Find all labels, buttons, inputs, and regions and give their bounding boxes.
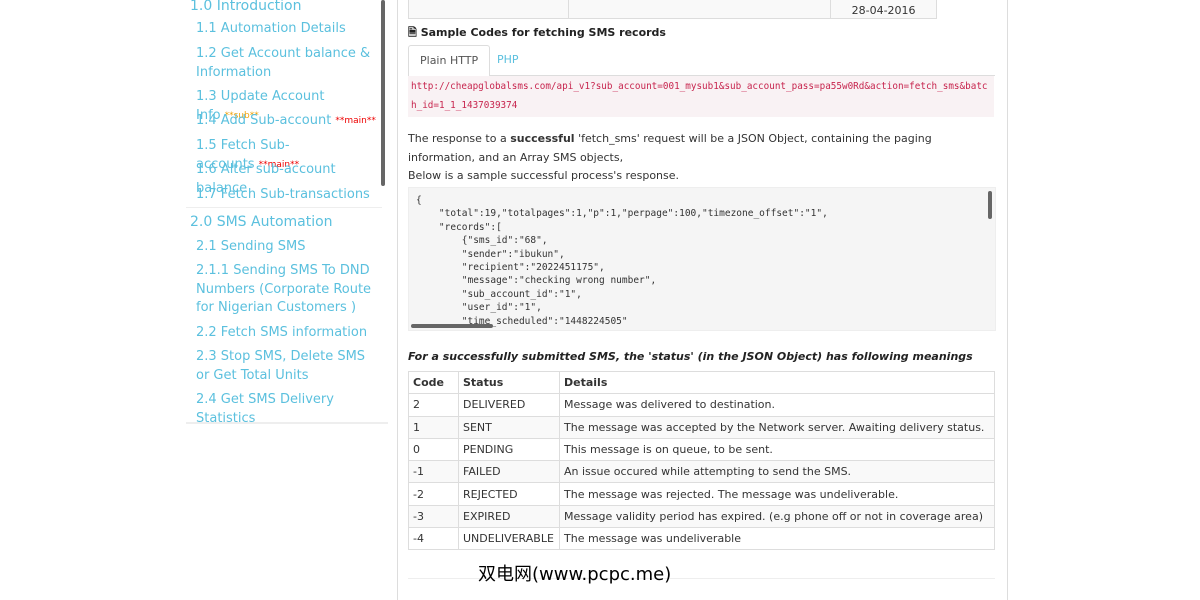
details-cell: The message was undeliverable xyxy=(559,527,995,551)
status-table: Code Status Details 2 DELIVERED Message wa… xyxy=(408,370,995,551)
header-code: Code xyxy=(408,370,459,395)
sidebar-item-label: 2.4 Get SMS Delivery Statistics xyxy=(196,392,334,426)
details-cell: This message is on queue, to be sent. xyxy=(559,437,995,462)
sidebar-item-tag: **main** xyxy=(335,116,376,126)
details-cell: An issue occured while attempting to sen… xyxy=(559,460,995,484)
sidebar-item-label: 2.2 Fetch SMS information xyxy=(196,325,368,340)
sidebar-item-label: 1.7 Fetch Sub-transactions xyxy=(196,187,370,202)
sidebar-item[interactable]: 2.3 Stop SMS, Delete SMS or Get Total Un… xyxy=(196,348,381,385)
sidebar-item[interactable]: 2.4 Get SMS Delivery Statistics xyxy=(196,391,381,428)
code-tabs: Plain HTTP PHP xyxy=(408,45,995,77)
header-status: Status xyxy=(458,370,560,395)
status-cell: EXPIRED xyxy=(458,504,560,529)
json-sample-block: { "total":19,"totalpages":1,"p":1,"perpa… xyxy=(408,187,996,331)
sidebar-separator xyxy=(186,207,382,208)
status-cell: PENDING xyxy=(458,437,560,462)
details-cell: The message was rejected. The message wa… xyxy=(559,482,995,506)
sidebar-item-label: 2.3 Stop SMS, Delete SMS or Get Total Un… xyxy=(196,349,366,383)
header-details: Details xyxy=(559,370,995,395)
json-sample-code: { "total":19,"totalpages":1,"p":1,"perpa… xyxy=(416,195,828,327)
api-url: http://cheapglobalsms.com/api_v1?sub_acc… xyxy=(408,76,994,117)
watermark: 双电网(www.pcpc.me) xyxy=(478,564,672,585)
details-cell: Message validity period has expired. (e.… xyxy=(559,504,995,529)
status-caption: For a successfully submitted SMS, the 's… xyxy=(408,350,973,363)
sidebar-item-label: 2.0 SMS Automation xyxy=(190,214,333,230)
code-cell: -4 xyxy=(408,527,459,551)
document-code-icon: 🗎 xyxy=(408,26,417,39)
code-cell: 1 xyxy=(408,415,459,439)
code-cell: 0 xyxy=(408,437,459,462)
code-vertical-scrollbar[interactable] xyxy=(988,191,992,219)
code-horizontal-scrollbar[interactable] xyxy=(411,324,493,328)
code-cell: -2 xyxy=(408,482,459,506)
sidebar-item[interactable]: 1.1 Automation Details xyxy=(196,20,381,39)
sidebar-scrollbar[interactable] xyxy=(381,0,385,186)
status-cell: REJECTED xyxy=(458,482,560,506)
table-row: -2 REJECTED The message was rejected. The … xyxy=(408,482,995,506)
status-cell: FAILED xyxy=(458,460,560,484)
code-cell: 2 xyxy=(408,393,459,417)
table-row: -3 EXPIRED Message validity period has exp… xyxy=(408,504,995,529)
status-cell: SENT xyxy=(458,415,560,439)
response-description: The response to a successful 'fetch_sms'… xyxy=(408,132,932,182)
sidebar-item-label: 1.4 Add Sub-account xyxy=(196,113,332,128)
section-title: 🗎 Sample Codes for fetching SMS records xyxy=(408,26,666,39)
table-row: 1 SENT The message was accepted by the Net… xyxy=(408,415,995,439)
details-cell: The message was accepted by the Network … xyxy=(559,415,995,439)
previous-table-row: 28-04-2016 xyxy=(408,0,937,19)
status-cell: DELIVERED xyxy=(458,393,560,417)
status-cell: UNDELIVERABLE xyxy=(458,527,560,551)
date-cell: 28-04-2016 xyxy=(851,4,916,17)
sidebar-item[interactable]: 1.0 Introduction xyxy=(190,0,302,16)
code-cell: -1 xyxy=(408,460,459,484)
sidebar-item[interactable]: 1.4 Add Sub-account **main** xyxy=(196,112,381,131)
details-cell: Message was delivered to destination. xyxy=(559,393,995,417)
sidebar-item[interactable]: 2.2 Fetch SMS information xyxy=(196,324,381,343)
code-cell: -3 xyxy=(408,504,459,529)
sidebar-item-label: 2.1.1 Sending SMS To DND Numbers (Corpor… xyxy=(196,263,372,315)
sidebar-item-label: 2.1 Sending SMS xyxy=(196,239,306,254)
table-row: -1 FAILED An issue occured while attemptin… xyxy=(408,460,995,484)
sidebar-item[interactable]: 2.1 Sending SMS xyxy=(196,238,381,257)
table-row: 2 DELIVERED Message was delivered to desti… xyxy=(408,393,995,417)
tab-php[interactable]: PHP xyxy=(486,45,530,75)
sidebar-item-label: 1.2 Get Account balance & Information xyxy=(196,46,371,80)
sidebar-item[interactable]: 1.7 Fetch Sub-transactions xyxy=(196,186,381,205)
table-row: 0 PENDING This message is on queue, to be … xyxy=(408,437,995,462)
sidebar-item[interactable]: 2.1.1 Sending SMS To DND Numbers (Corpor… xyxy=(196,262,381,318)
tab-plain-http[interactable]: Plain HTTP xyxy=(408,45,491,77)
sidebar-item-label: 1.1 Automation Details xyxy=(196,21,346,36)
sidebar-item[interactable]: 2.0 SMS Automation xyxy=(190,213,333,232)
sidebar-item[interactable]: 1.2 Get Account balance & Information xyxy=(196,45,381,82)
table-row: -4 UNDELIVERABLE The message was undeliver… xyxy=(408,527,995,551)
sidebar-item-label: 1.0 Introduction xyxy=(190,0,302,14)
